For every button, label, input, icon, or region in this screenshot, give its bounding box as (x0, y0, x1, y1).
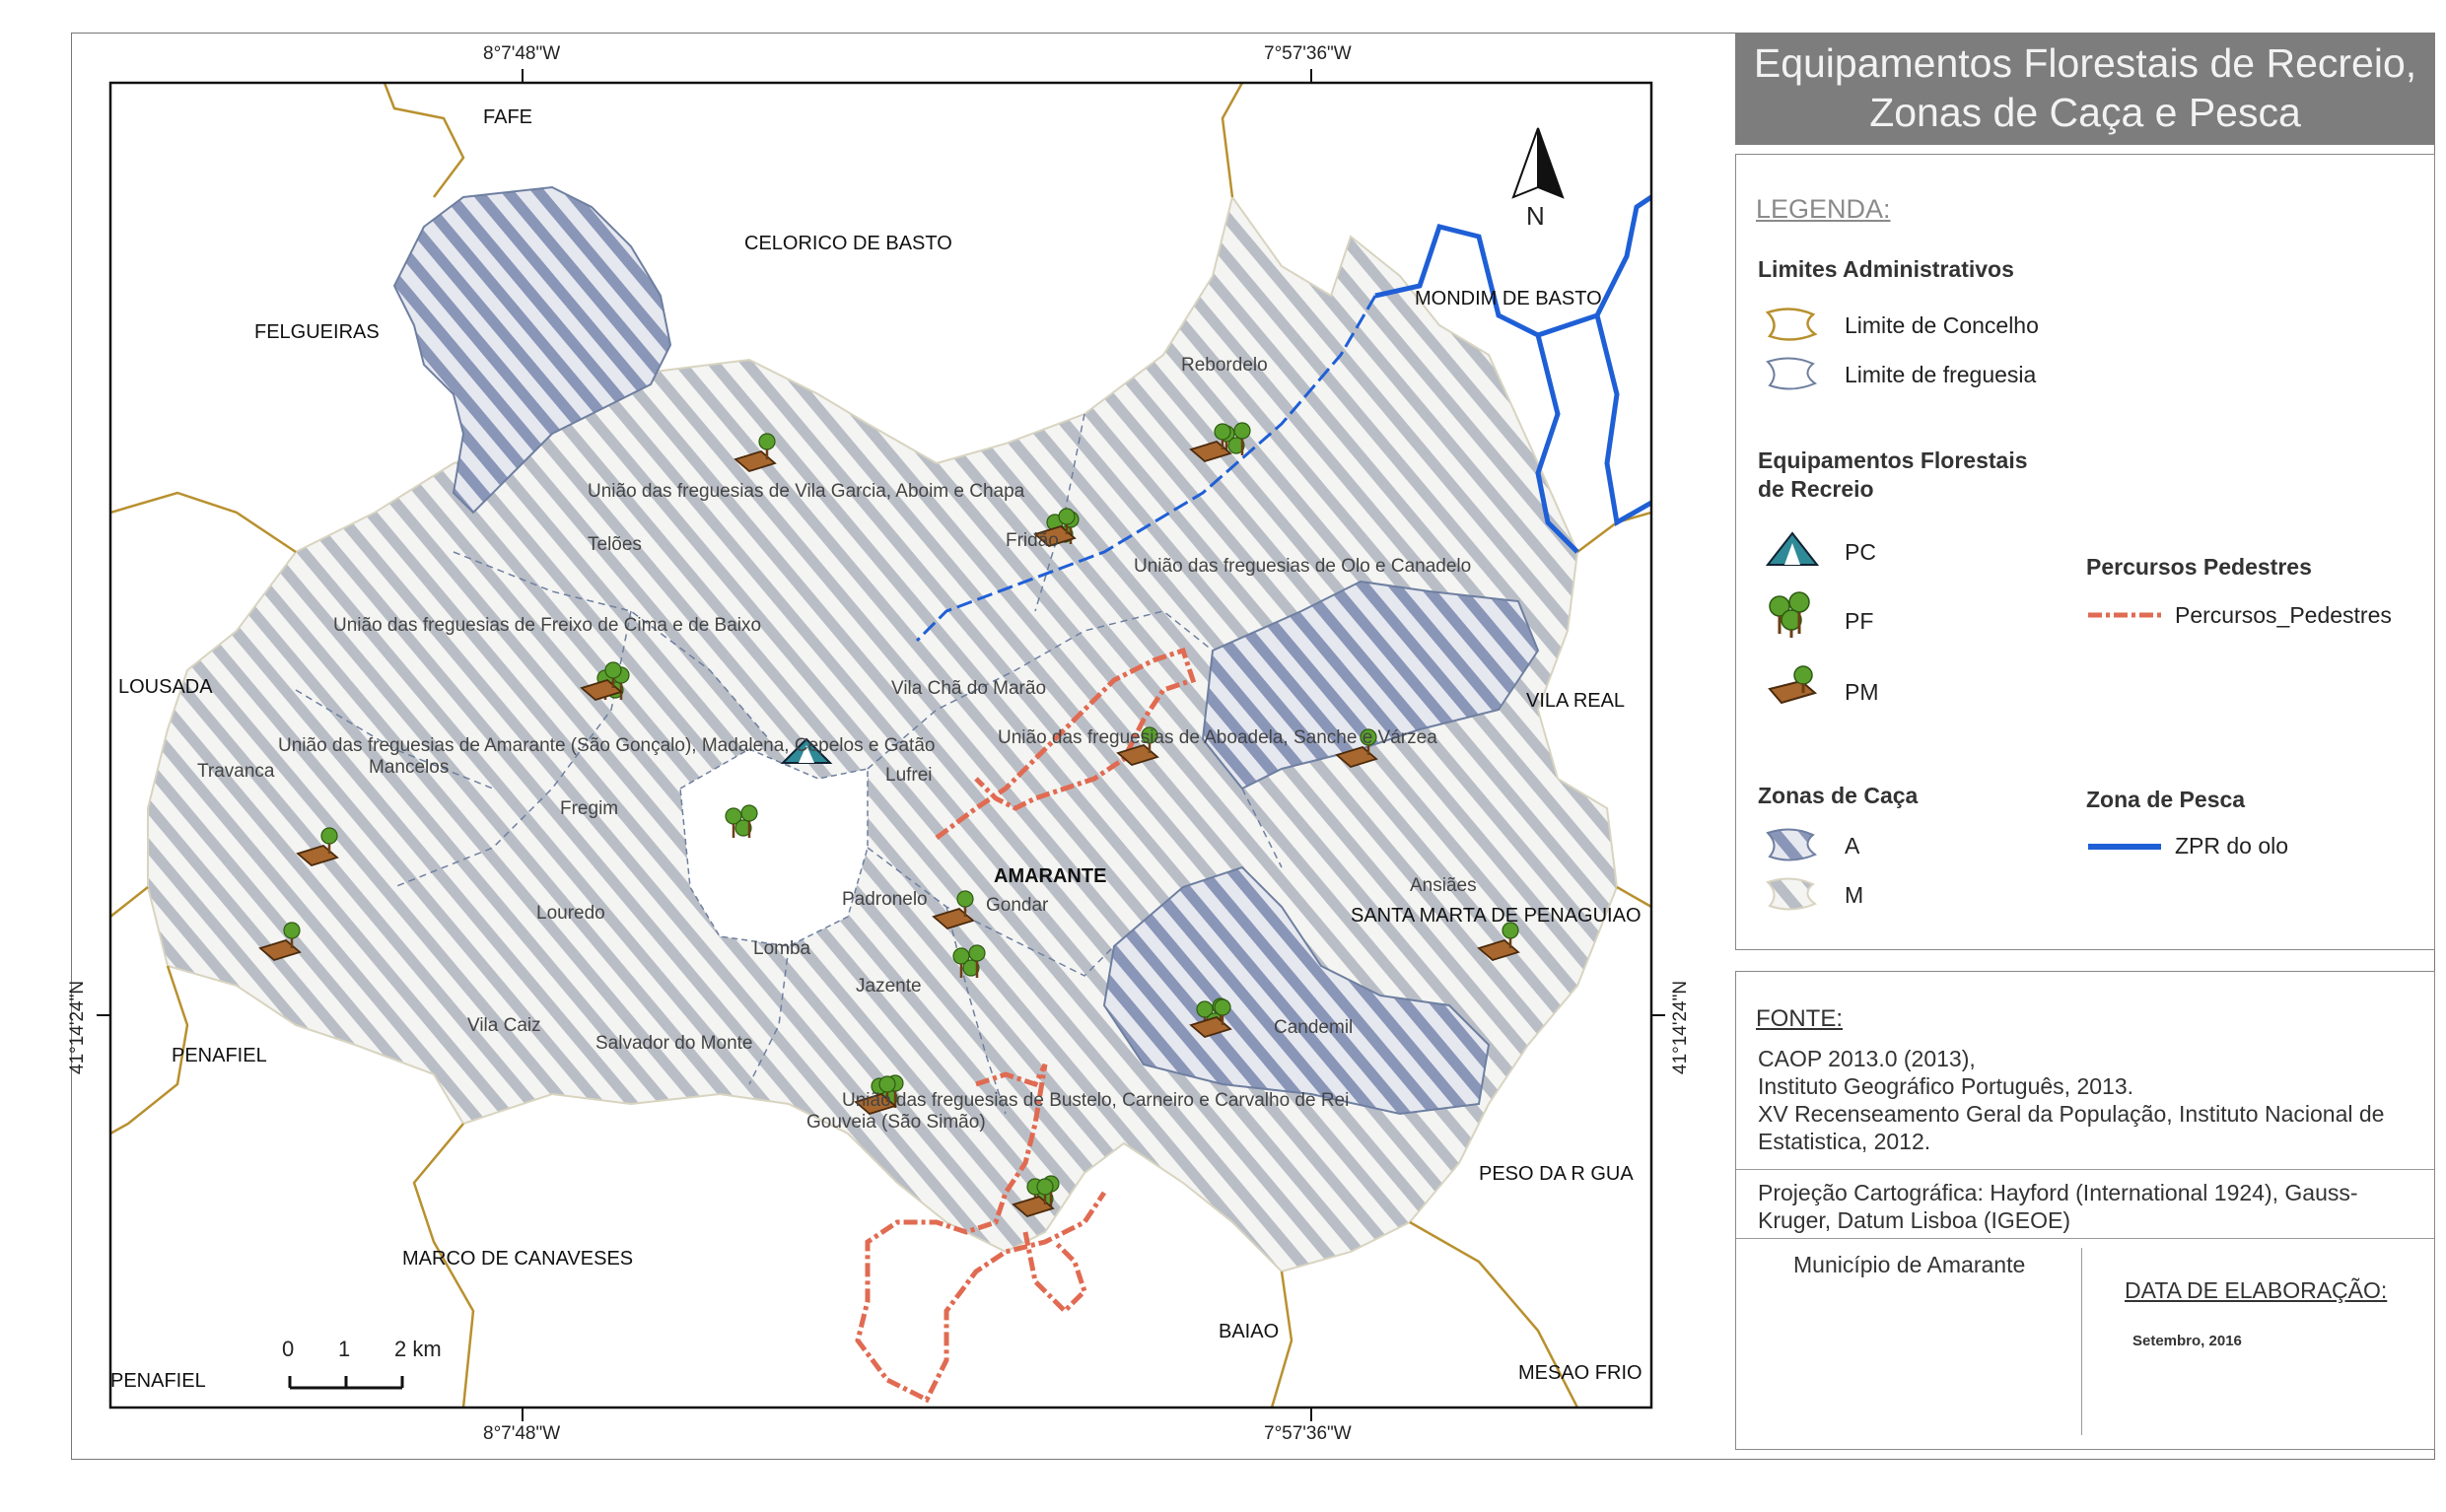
freguesia-label: Travanca (197, 761, 275, 782)
freguesia-label: Fridão (1006, 530, 1059, 551)
title-line-1: Equipamentos Florestais de Recreio, (1753, 40, 2417, 86)
legend-equip-title-2: de Recreio (1758, 476, 1874, 502)
freguesia-label: União das freguesias de Aboadela, Sanche… (998, 727, 1437, 748)
legend-percursos-label: Percursos_Pedestres (2175, 602, 2392, 628)
legend-admin-title: Limites Administrativos (1758, 256, 2014, 282)
map-title: Equipamentos Florestais de Recreio, Zona… (1735, 33, 2435, 145)
legend-pesca-label: ZPR do olo (2175, 833, 2289, 859)
legend-concelho-label: Limite de Concelho (1845, 312, 2039, 338)
freguesia-label: Fregim (560, 798, 619, 819)
title-line-2: Zonas de Caça e Pesca (1869, 90, 2301, 135)
coord-right: 41°14'24"N (1670, 980, 1691, 1074)
freguesia-label: Jazente (856, 976, 922, 997)
freguesia-label: Salvador do Monte (595, 1033, 753, 1054)
concelho-symbol-icon (1765, 308, 1818, 341)
scale-label-2: 2 km (394, 1337, 442, 1361)
freguesia-label: Padronelo (842, 889, 928, 910)
freguesia-label: Vila Caiz (467, 1015, 541, 1036)
legend-zone-m-icon (1766, 877, 1818, 911)
concelho-label: PENAFIEL (110, 1370, 206, 1392)
legend-pc-label: PC (1845, 539, 1876, 565)
legend-pesca-symbol-icon (2088, 844, 2161, 850)
legend-heading: LEGENDA: (1756, 194, 1891, 224)
coord-left: 41°14'24"N (67, 980, 88, 1074)
date-label: DATA DE ELABORAÇÃO: (2125, 1277, 2388, 1303)
concelho-label: FELGUEIRAS (254, 321, 380, 343)
concelho-label: MESAO FRIO (1518, 1362, 1642, 1384)
legend-pm-label: PM (1845, 679, 1879, 705)
freguesia-label: União das freguesias de Olo e Canadelo (1134, 556, 1472, 577)
freguesia-label: Louredo (536, 903, 605, 924)
concelho-label: BAIAO (1219, 1321, 1280, 1342)
legend-pc-tent-icon (1766, 531, 1819, 566)
concelho-label: PESO DA R GUA (1479, 1163, 1634, 1185)
freguesia-label: Vila Chã do Marão (891, 678, 1047, 699)
coord-bottom-right: 7°57'36"W (1264, 1423, 1352, 1444)
concelho-label: LOUSADA (118, 676, 213, 698)
legend-caca-title: Zonas de Caça (1758, 783, 1919, 808)
legend-zone-a-icon (1766, 828, 1818, 861)
sources-panel: FONTE: CAOP 2013.0 (2013), Instituto Geo… (1735, 971, 2435, 1450)
freguesia-label: União das freguesias de Bustelo, Carneir… (842, 1090, 1350, 1111)
concelho-label: MARCO DE CANAVESES (402, 1248, 634, 1270)
legend-equip-title-1: Equipamentos Florestais (1758, 447, 2028, 473)
sources-divider-1 (1736, 1169, 2434, 1170)
freguesia-label: União das freguesias de Vila Garcia, Abo… (588, 481, 1025, 502)
coord-top-right: 7°57'36"W (1264, 43, 1352, 64)
freguesia-label: Telões (588, 534, 642, 555)
legend-zone-m-label: M (1845, 882, 1864, 908)
sources-line-1: CAOP 2013.0 (2013), (1758, 1046, 1976, 1071)
concelho-label: MONDIM DE BASTO (1415, 288, 1602, 309)
concelho-label: CELORICO DE BASTO (744, 233, 952, 254)
concelho-label: SANTA MARTA DE PENAGUIAO (1351, 905, 1642, 927)
sources-heading: FONTE: (1756, 1005, 1843, 1032)
freguesia-symbol-icon (1766, 357, 1818, 390)
freguesia-label: Gouveia (São Simão) (806, 1112, 986, 1133)
freguesia-label: Mancelos (369, 757, 450, 778)
freguesia-label: Gondar (986, 895, 1049, 916)
sources-line-2: Instituto Geográfico Português, 2013. (1758, 1073, 2134, 1099)
freguesia-label: Candemil (1274, 1017, 1354, 1038)
scale-label-1: 1 (338, 1337, 351, 1361)
concelho-label: VILA REAL (1526, 690, 1626, 712)
legend-pesca-title: Zona de Pesca (2086, 787, 2246, 812)
freguesia-label: Lomba (753, 938, 811, 959)
sources-line-3: XV Recenseamento Geral da População, Ins… (1758, 1101, 2385, 1154)
legend-panel: LEGENDA: Limites Administrativos Limite … (1735, 154, 2435, 950)
freguesia-label: Ansiães (1410, 875, 1477, 896)
legend-zone-a-label: A (1845, 833, 1860, 859)
legend-pf-trees-icon (1769, 591, 1810, 638)
legend-pm-picnic-icon (1768, 665, 1818, 705)
freguesia-label: União das freguesias de Amarante (São Go… (278, 735, 936, 756)
freguesia-label: União das freguesias de Freixo de Cima e… (333, 615, 762, 636)
excluded-area (679, 748, 869, 947)
legend-percursos-title: Percursos Pedestres (2086, 554, 2312, 580)
freguesia-label: Rebordelo (1181, 355, 1268, 376)
legend-pf-label: PF (1845, 608, 1874, 634)
scale-label-0: 0 (282, 1337, 295, 1361)
projection-text: Projeção Cartográfica: Hayford (Internat… (1758, 1180, 2358, 1233)
coord-top-left: 8°7'48"W (483, 43, 561, 64)
sources-divider-2 (1736, 1238, 2434, 1239)
freguesia-label: Lufrei (885, 765, 933, 786)
concelho-label: FAFE (483, 106, 533, 128)
legend-percursos-symbol-icon (2088, 612, 2161, 618)
author-text: Município de Amarante (1793, 1252, 2026, 1277)
concelho-label: AMARANTE (994, 865, 1107, 887)
coord-bottom-left: 8°7'48"W (483, 1423, 561, 1444)
date-value: Setembro, 2016 (2132, 1333, 2242, 1349)
legend-freguesia-label: Limite de freguesia (1845, 362, 2037, 387)
north-label: N (1526, 201, 1545, 231)
concelho-label: PENAFIEL (172, 1045, 267, 1066)
sources-divider-v (2081, 1248, 2082, 1435)
